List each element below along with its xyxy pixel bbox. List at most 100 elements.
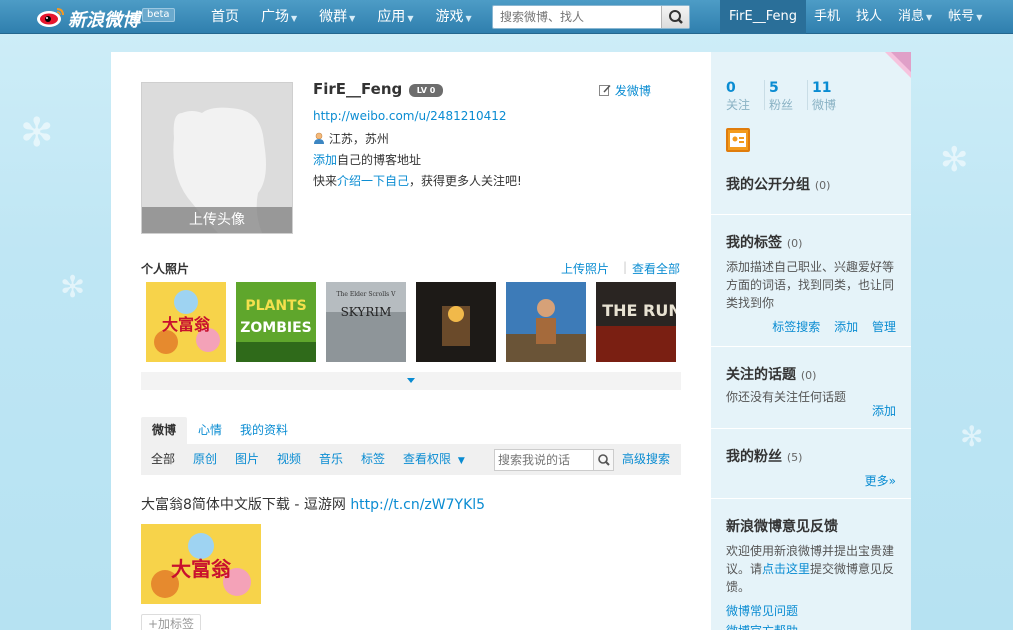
weibo-faq-link[interactable]: 微博常见问题 xyxy=(726,602,798,619)
blog-text: 自己的博客地址 xyxy=(337,153,422,167)
my-fans-title[interactable]: 我的粉丝 (5) xyxy=(726,446,802,466)
photo-title-text: 大富翁 xyxy=(162,315,211,334)
stat-number: 0 xyxy=(726,80,736,96)
stat-following[interactable]: 0 关注 xyxy=(726,80,750,113)
stat-followers[interactable]: 5 粉丝 xyxy=(769,80,793,113)
tag-add-link[interactable]: 添加 xyxy=(834,320,858,334)
avatar[interactable]: 上传头像 xyxy=(141,82,293,234)
page-curl-icon xyxy=(885,52,911,78)
public-groups-label: 我的公开分组 xyxy=(726,177,810,193)
stat-label: 关注 xyxy=(726,98,751,112)
tab-my-profile[interactable]: 我的资料 xyxy=(240,417,288,444)
photo-dafuweng[interactable]: 大富翁 xyxy=(146,282,226,362)
photo-enslaved[interactable] xyxy=(506,282,586,362)
view-all-photos-link[interactable]: 查看全部 xyxy=(632,260,680,277)
intro-suffix: ，获得更多人关注吧! xyxy=(409,174,522,188)
stat-number: 5 xyxy=(769,80,779,96)
add-tag-button[interactable]: +加标签 xyxy=(141,614,202,630)
followed-topics-label: 关注的话题 xyxy=(726,367,796,383)
stat-divider xyxy=(807,80,809,110)
tag-manage-link[interactable]: 管理 xyxy=(872,320,896,334)
weibo-logo[interactable]: 新浪微博 beta xyxy=(36,4,206,31)
add-topic-link[interactable]: 添加 xyxy=(872,402,896,419)
photo-strip: 大富翁 PLANTS ZOMBIES The Elder Scrolls V S… xyxy=(146,282,676,362)
filter-videos[interactable]: 视频 xyxy=(277,444,301,475)
post-link[interactable]: http://t.cn/zW7YKl5 xyxy=(350,497,485,513)
global-search-input[interactable] xyxy=(493,6,661,28)
post-image-text: 大富翁 xyxy=(171,557,232,581)
stat-label: 粉丝 xyxy=(769,98,794,112)
filter-music[interactable]: 音乐 xyxy=(319,444,343,475)
feedback-title: 新浪微博意见反馈 xyxy=(726,519,838,535)
nav-item-label: FirE__Feng xyxy=(729,9,797,24)
level-badge[interactable]: LV 0 xyxy=(409,84,443,97)
nav-item-groups[interactable]: 微群 ▼ xyxy=(308,0,366,34)
photo-skyrim[interactable]: The Elder Scrolls V SKYRIM xyxy=(326,282,406,362)
tag-search-link[interactable]: 标签搜索 xyxy=(772,320,820,334)
upload-avatar-button[interactable]: 上传头像 xyxy=(142,207,292,233)
followed-topics-title: 关注的话题 (0) xyxy=(726,364,816,384)
main-content: 上传头像 FirE__Feng LV 0 发微博 http://weibo.co… xyxy=(111,52,711,630)
photo-torchlight[interactable] xyxy=(416,282,496,362)
photo-title-text: The Elder Scrolls V xyxy=(337,291,397,298)
caret-down-icon: ▼ xyxy=(407,14,414,23)
nav-item-account[interactable]: 帐号 ▼ xyxy=(940,0,990,34)
feed-search xyxy=(494,449,614,471)
feedback-click-here-link[interactable]: 点击这里 xyxy=(762,562,810,576)
nav-item-label: 帐号 xyxy=(948,9,975,24)
photo-title-text: PLANTS xyxy=(245,298,306,314)
intro-link[interactable]: 介绍一下自己 xyxy=(337,174,409,188)
nav-item-label: 广场 xyxy=(261,9,289,25)
more-fans-link[interactable]: 更多» xyxy=(865,472,896,489)
post-image[interactable]: 大富翁 xyxy=(141,524,261,604)
search-icon xyxy=(669,10,683,24)
filter-tags[interactable]: 标签 xyxy=(361,444,385,475)
weibo-help-link[interactable]: 微博官方帮助 xyxy=(726,622,798,630)
weibo-eye-icon xyxy=(37,8,64,27)
filter-all[interactable]: 全部 xyxy=(151,444,175,475)
feedback-text: 欢迎使用新浪微博并提出宝贵建议。请点击这里提交微博意见反馈。 xyxy=(726,542,900,596)
filter-images[interactable]: 图片 xyxy=(235,444,259,475)
tab-mood[interactable]: 心情 xyxy=(198,417,222,444)
post-body: 大富翁8简体中文版下载 - 逗游网 xyxy=(141,497,351,513)
caret-down-icon: ▼ xyxy=(976,13,983,22)
public-groups-title[interactable]: 我的公开分组 (0) xyxy=(726,174,830,194)
post-weibo-button[interactable]: 发微博 xyxy=(599,82,651,99)
location-text: 江苏，苏州 xyxy=(328,132,389,146)
filter-original[interactable]: 原创 xyxy=(193,444,217,475)
photo-need-for-speed[interactable]: THE RUN xyxy=(596,282,676,362)
nav-item-plaza[interactable]: 广场 ▼ xyxy=(250,0,308,34)
advanced-search-link[interactable]: 高级搜索 xyxy=(622,444,670,475)
caret-down-icon: ▼ xyxy=(291,14,298,23)
nav-item-label: 消息 xyxy=(898,9,925,24)
photo-title-text: THE RUN xyxy=(602,301,676,320)
nav-item-apps[interactable]: 应用 ▼ xyxy=(366,0,424,34)
nav-item-mobile[interactable]: 手机 xyxy=(806,0,848,34)
profile-url-link[interactable]: http://weibo.com/u/2481210412 xyxy=(313,109,507,123)
add-blog-link[interactable]: 添加 xyxy=(313,153,337,167)
feed-filter-bar: 全部 原创 图片 视频 音乐 标签 查看权限 ▼ 高级搜索 xyxy=(141,444,681,475)
nav-item-label: 微群 xyxy=(319,9,348,25)
user-icon xyxy=(314,132,324,144)
search-button[interactable] xyxy=(661,6,689,28)
nav-item-home[interactable]: 首页 xyxy=(200,0,250,34)
photo-title-text: SKYRIM xyxy=(341,305,392,319)
photos-separator: | xyxy=(623,260,628,274)
nav-item-username[interactable]: FirE__Feng xyxy=(720,0,806,34)
nav-item-games[interactable]: 游戏 ▼ xyxy=(424,0,482,34)
filter-permissions[interactable]: 查看权限 ▼ xyxy=(403,444,465,477)
photo-plants-vs-zombies[interactable]: PLANTS ZOMBIES xyxy=(236,282,316,362)
background-dandelion-decoration: ✻ xyxy=(60,270,86,305)
feed-search-button[interactable] xyxy=(593,450,613,470)
tab-weibo[interactable]: 微博 xyxy=(141,417,188,444)
search-icon xyxy=(598,454,610,466)
photos-expand-toggle[interactable] xyxy=(141,372,681,390)
my-tags-actions: 标签搜索 添加 管理 xyxy=(772,318,896,335)
feed-search-input[interactable] xyxy=(495,450,591,470)
upload-photos-link[interactable]: 上传照片 xyxy=(561,260,609,277)
profile-intro: 快来介绍一下自己，获得更多人关注吧! xyxy=(313,172,522,189)
nav-item-find-people[interactable]: 找人 xyxy=(848,0,890,34)
business-card-icon[interactable] xyxy=(726,128,750,152)
nav-item-messages[interactable]: 消息 ▼ xyxy=(890,0,940,34)
stat-weibo[interactable]: 11 微博 xyxy=(812,80,836,113)
